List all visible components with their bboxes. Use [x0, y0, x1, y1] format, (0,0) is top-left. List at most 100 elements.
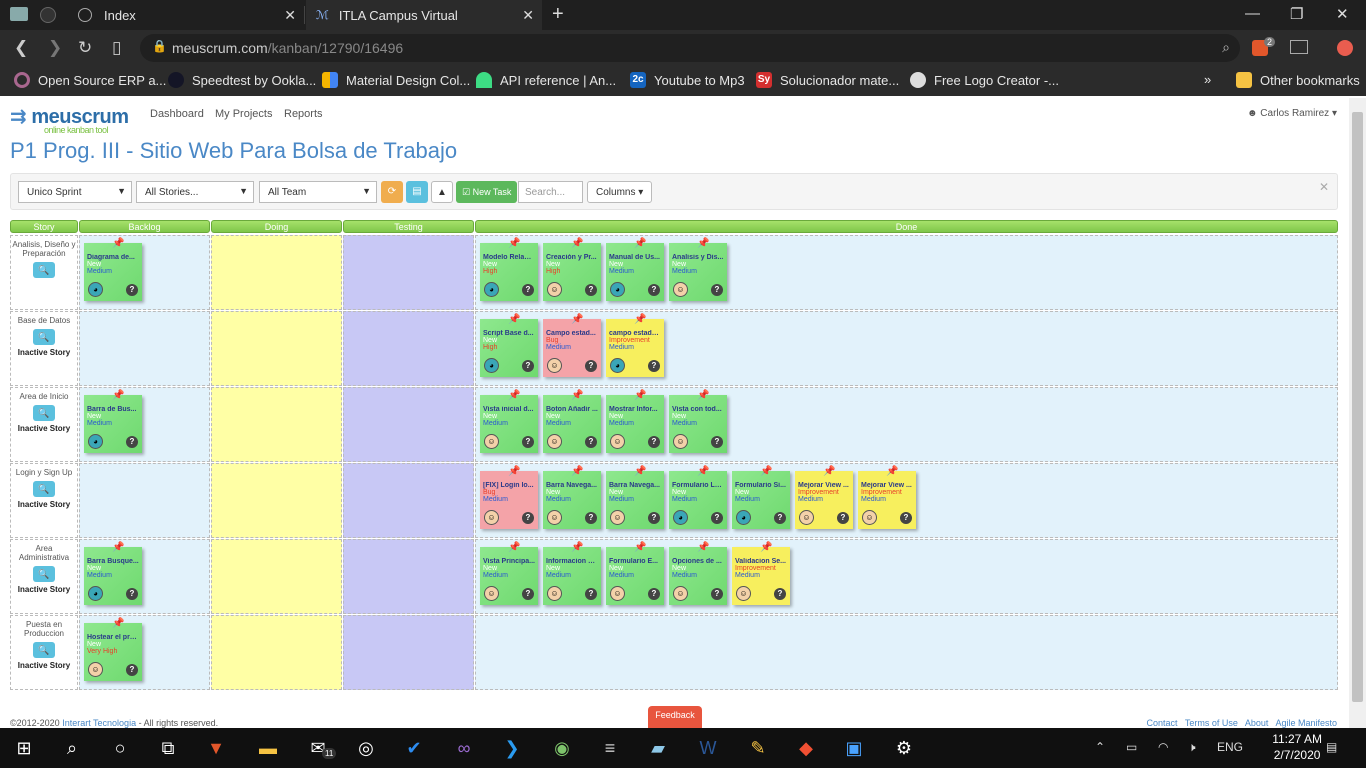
new-tab-button[interactable]: +: [552, 3, 564, 26]
url-field[interactable]: 🔒 meuscrum.com/kanban/12790/16496 ⌕: [140, 34, 1240, 62]
user-menu[interactable]: ☻ Carlos Ramirez ▾: [1247, 108, 1337, 119]
task-card[interactable]: 📌 Diagrama de... New Medium ◕?: [84, 238, 142, 301]
story-search-icon[interactable]: 🔍: [33, 329, 55, 345]
task-card[interactable]: 📌 Vista inicial d... New Medium ☺?: [480, 390, 538, 453]
task-card[interactable]: 📌 Boton Añadir ... New Medium ☺?: [543, 390, 601, 453]
lane-doing[interactable]: [211, 235, 342, 310]
man-avatar-icon[interactable]: ☺: [673, 586, 688, 601]
lane-doing[interactable]: [211, 615, 342, 690]
man-avatar-icon[interactable]: ☺: [484, 510, 499, 525]
tray-chevron-icon[interactable]: ⌃: [1095, 740, 1105, 754]
file-explorer-icon[interactable]: ▬: [256, 736, 280, 760]
task-card[interactable]: 📌 Barra Navega... New Medium ☺?: [543, 466, 601, 529]
help-icon[interactable]: ?: [711, 588, 723, 600]
lane-testing[interactable]: [343, 387, 474, 462]
task-card[interactable]: 📌 Creación y Pr... New High ☺?: [543, 238, 601, 301]
help-icon[interactable]: ?: [585, 360, 597, 372]
nav-my-projects[interactable]: My Projects: [215, 108, 272, 120]
help-icon[interactable]: ?: [711, 436, 723, 448]
close-tab-icon[interactable]: ✕: [522, 7, 534, 24]
meuscrum-logo[interactable]: ⇉ meuscrum online kanban tool: [10, 104, 129, 135]
bookmark-logo-creator[interactable]: Free Logo Creator -...: [910, 72, 1059, 88]
task-card[interactable]: 📌 Validacion Se... Improvement Medium ☺?: [732, 542, 790, 605]
restore-icon[interactable]: ❐: [1290, 5, 1303, 23]
cat-avatar-icon[interactable]: ◕: [736, 510, 751, 525]
help-icon[interactable]: ?: [648, 284, 660, 296]
database-icon[interactable]: ≡: [598, 736, 622, 760]
settings-icon[interactable]: ⚙: [892, 736, 916, 760]
task-card[interactable]: 📌 Formulario Lo... New Medium ◕?: [669, 466, 727, 529]
sprint-select[interactable]: Unico Sprint ▼: [18, 181, 132, 203]
cat-avatar-icon[interactable]: ◕: [484, 282, 499, 297]
man-avatar-icon[interactable]: ☺: [547, 358, 562, 373]
task-card[interactable]: 📌 Mejorar View ... Improvement Medium ☺?: [795, 466, 853, 529]
help-icon[interactable]: ?: [648, 512, 660, 524]
help-icon[interactable]: ?: [585, 512, 597, 524]
help-icon[interactable]: ?: [126, 284, 138, 296]
reload-icon[interactable]: ↻: [78, 38, 92, 58]
bookmark-solucionador[interactable]: Sy Solucionador mate...: [756, 72, 899, 88]
github-icon[interactable]: [40, 7, 56, 23]
man-avatar-icon[interactable]: ☺: [547, 510, 562, 525]
bookmark-icon[interactable]: ▯: [112, 38, 121, 58]
reader-icon[interactable]: [1290, 40, 1308, 54]
back-icon[interactable]: ❮: [14, 38, 28, 58]
man-avatar-icon[interactable]: ☺: [484, 434, 499, 449]
battery-icon[interactable]: ▭: [1126, 740, 1137, 754]
lane-doing[interactable]: [211, 387, 342, 462]
close-tab-icon[interactable]: ✕: [284, 7, 296, 24]
story-search-icon[interactable]: 🔍: [33, 566, 55, 582]
task-card[interactable]: 📌 Modelo Relaci... New High ◕?: [480, 238, 538, 301]
word-icon[interactable]: W: [696, 736, 720, 760]
man-avatar-icon[interactable]: ☺: [610, 434, 625, 449]
task-card[interactable]: 📌 Formulario E... New Medium ☺?: [606, 542, 664, 605]
lane-doing[interactable]: [211, 463, 342, 538]
task-card[interactable]: 📌 Manual de Us... New Medium ◕?: [606, 238, 664, 301]
lane-done[interactable]: [475, 615, 1338, 690]
help-icon[interactable]: ?: [837, 512, 849, 524]
story-search-icon[interactable]: 🔍: [33, 642, 55, 658]
task-card[interactable]: 📌 Barra Navega... New Medium ☺?: [606, 466, 664, 529]
close-window-icon[interactable]: ✕: [1336, 5, 1349, 23]
company-link[interactable]: Interart Tecnologia: [62, 718, 136, 728]
task-card[interactable]: 📌 Campo estad... Bug Medium ☺?: [543, 314, 601, 377]
lane-done[interactable]: [475, 235, 1338, 310]
nav-reports[interactable]: Reports: [284, 108, 323, 120]
help-icon[interactable]: ?: [522, 284, 534, 296]
man-avatar-icon[interactable]: ☺: [484, 586, 499, 601]
cat-avatar-icon[interactable]: ◕: [484, 358, 499, 373]
help-icon[interactable]: ?: [774, 512, 786, 524]
refresh-button[interactable]: ⟳: [381, 181, 403, 203]
stories-select[interactable]: All Stories... ▼: [136, 181, 254, 203]
chart-button[interactable]: ▲: [431, 181, 453, 203]
task-card[interactable]: 📌 Vista Principa... New Medium ☺?: [480, 542, 538, 605]
task-card[interactable]: 📌 Opciones de ... New Medium ☺?: [669, 542, 727, 605]
cat-avatar-icon[interactable]: ◕: [610, 358, 625, 373]
team-select[interactable]: All Team ▼: [259, 181, 377, 203]
bookmark-speedtest[interactable]: Speedtest by Ookla...: [168, 72, 316, 88]
new-task-button[interactable]: ☑ New Task: [456, 181, 518, 203]
lane-doing[interactable]: [211, 311, 342, 386]
notes-button[interactable]: ▤: [406, 181, 428, 203]
help-icon[interactable]: ?: [585, 284, 597, 296]
man-avatar-icon[interactable]: ☺: [799, 510, 814, 525]
task-card[interactable]: 📌 campo estado... Improvement Medium ◕?: [606, 314, 664, 377]
help-icon[interactable]: ?: [648, 588, 660, 600]
task-card[interactable]: 📌 Barra de Bus... New Medium ◕?: [84, 390, 142, 453]
footer-manifesto-link[interactable]: Agile Manifesto: [1275, 718, 1337, 728]
footer-terms-link[interactable]: Terms of Use: [1185, 718, 1238, 728]
app-window-icon[interactable]: ▣: [842, 736, 866, 760]
language-indicator[interactable]: ENG: [1217, 740, 1243, 754]
lane-done[interactable]: [475, 539, 1338, 614]
help-icon[interactable]: ?: [126, 664, 138, 676]
lane-doing[interactable]: [211, 539, 342, 614]
android-studio-icon[interactable]: ◉: [550, 736, 574, 760]
task-card[interactable]: 📌 Formulario Si... New Medium ◕?: [732, 466, 790, 529]
task-card[interactable]: 📌 Analisis y Dis... New Medium ☺?: [669, 238, 727, 301]
forward-icon[interactable]: ❯: [48, 38, 62, 58]
nav-dashboard[interactable]: Dashboard: [150, 108, 204, 120]
help-icon[interactable]: ?: [126, 588, 138, 600]
paint-icon[interactable]: ✎: [746, 736, 770, 760]
man-avatar-icon[interactable]: ☺: [610, 586, 625, 601]
clock[interactable]: 11:27 AM 2/7/2020: [1272, 731, 1322, 763]
